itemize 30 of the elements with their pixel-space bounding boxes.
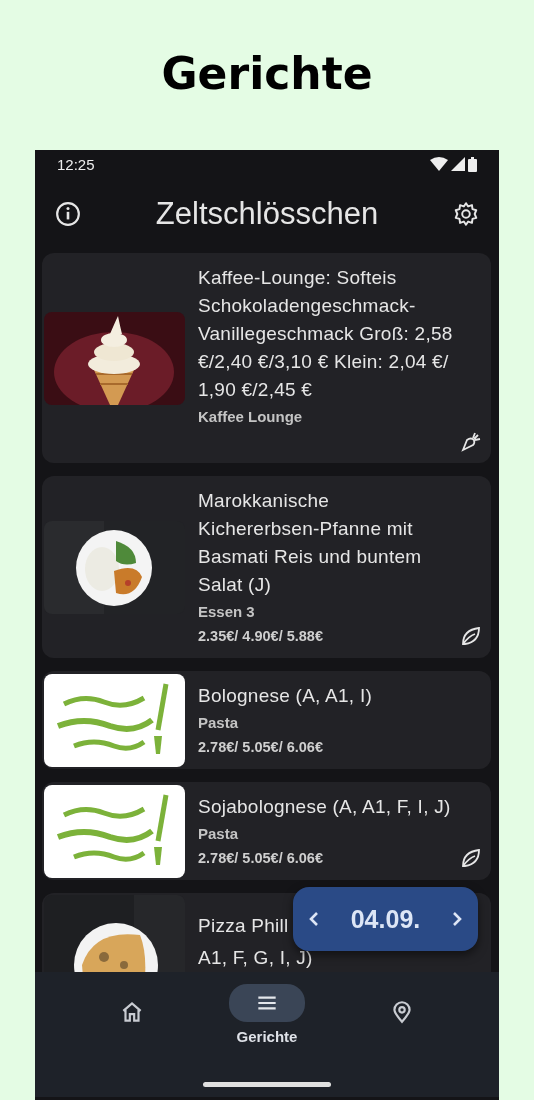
dish-title: Kaffee-Lounge: Softeis Schokoladengeschmack-Vanillegeschmack Groß: 2,58 €/2,40 €/3,10 € Klein: 2,04 €/ 1,90 €/2,45 € — [198, 266, 454, 402]
date-label: 04.09. — [350, 904, 421, 934]
leaf-icon — [459, 624, 483, 648]
dish-title: Marokkanische Kichererbsen-Pfanne mit Basmati Reis und buntem Salat (J) — [198, 489, 423, 597]
nav-label[interactable]: Gerichte — [236, 1028, 298, 1045]
page-title: Gerichte — [161, 48, 373, 99]
status-time: 12:25 — [57, 155, 95, 173]
dish-prices: 2.35€/ 4.90€/ 5.88€ — [198, 628, 323, 644]
app-title: Zeltschlösschen — [155, 196, 379, 232]
dish-category: Kaffee Lounge — [198, 408, 304, 425]
dish-card[interactable]: Kaffee-Lounge: Softeis Schokoladengeschmack-Vanillegeschmack Groß: 2,58 €/2,40 €/3,10 € Klein: 2,04 €/ 1,90 €/2,45 € Kaffee Lounge — [42, 253, 491, 463]
info-icon[interactable] — [55, 201, 81, 227]
dish-category: Pasta — [198, 825, 240, 842]
dish-prices: 2.78€/ 5.05€/ 6.06€ — [198, 850, 323, 866]
dish-card[interactable]: Sojabolognese (A, A1, F, I, J) Pasta 2.78€/ 5.05€/ 6.06€ — [42, 782, 491, 880]
dish-card[interactable]: Bolognese (A, A1, I) Pasta 2.78€/ 5.05€/ 6.06€ — [42, 671, 491, 769]
dish-category: Essen 3 — [198, 603, 256, 620]
battery-icon — [468, 156, 477, 172]
nav-tab[interactable] — [229, 984, 305, 1022]
dish-card[interactable]: Marokkanische Kichererbsen-Pfanne mit Basmati Reis und buntem Salat (J) Essen 3 2.35€/ 4.90€/ 5.88€ — [42, 476, 491, 658]
leaf-icon — [459, 846, 483, 870]
dish-title: Bolognese (A, A1, I) — [198, 684, 372, 708]
settings-icon[interactable] — [453, 201, 479, 227]
dish-title: A1, F, G, I, J) — [198, 946, 313, 970]
dish-prices: 2.78€/ 5.05€/ 6.06€ — [198, 739, 323, 755]
dish-category: Pasta — [198, 714, 240, 731]
dish-title: Pizza Phill — [198, 914, 289, 938]
wifi-icon — [430, 157, 448, 171]
signal-icon — [451, 157, 465, 171]
dish-title: Sojabolognese (A, A1, F, I, J) — [198, 795, 451, 819]
